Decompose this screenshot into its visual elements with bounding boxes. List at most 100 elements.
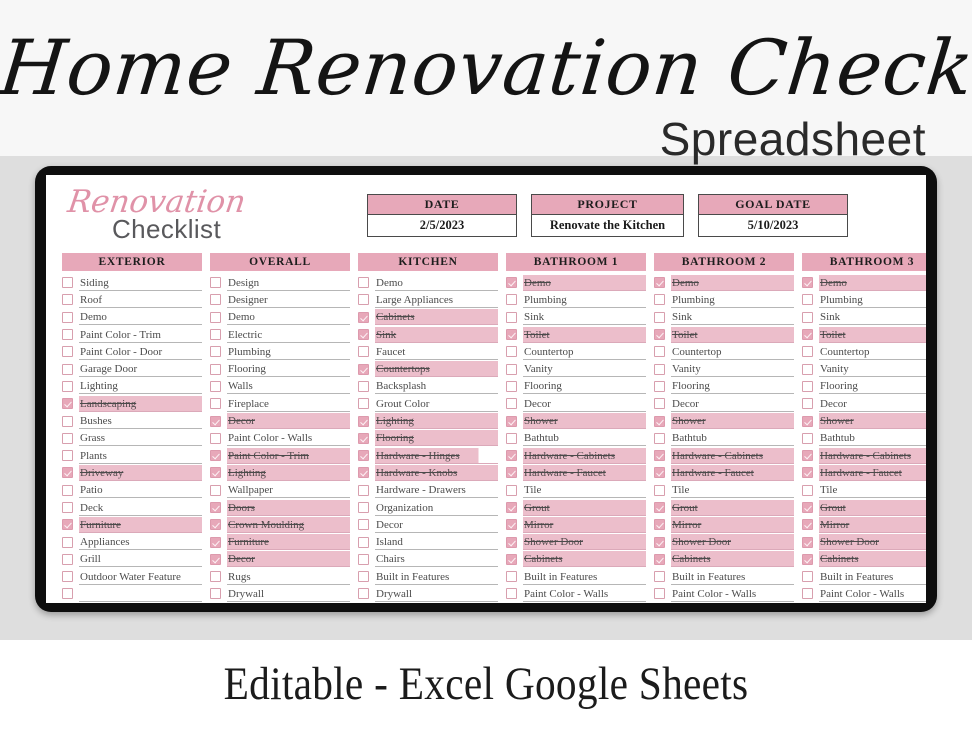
checklist-item-label[interactable]: Paint Color - Trim <box>227 447 350 464</box>
checklist-row[interactable]: Roof <box>62 291 202 308</box>
checkbox-icon[interactable] <box>62 346 73 358</box>
checklist-row[interactable]: Cabinets <box>506 551 646 568</box>
checklist-row[interactable]: Flooring <box>654 378 794 395</box>
checklist-item-label[interactable]: Paint Color - Walls <box>523 586 646 602</box>
checkbox-checked-icon[interactable] <box>210 502 221 513</box>
checklist-row[interactable]: Wallpaper <box>210 482 350 499</box>
checklist-row[interactable]: Hardware - Cabinets <box>506 447 646 464</box>
checklist-row[interactable]: Plumbing <box>210 343 350 360</box>
checkbox-checked-icon[interactable] <box>210 450 221 462</box>
checklist-item-label[interactable]: Toilet <box>671 326 794 343</box>
checkbox-checked-icon[interactable] <box>358 415 369 427</box>
checkbox-icon[interactable] <box>210 380 221 392</box>
checkbox-icon[interactable] <box>506 363 517 375</box>
checklist-item-label[interactable] <box>79 586 202 602</box>
checklist-row[interactable]: Demo <box>62 309 202 326</box>
checkbox-checked-icon[interactable] <box>802 519 813 531</box>
checkbox-checked-icon[interactable] <box>802 277 813 289</box>
checkbox-icon[interactable] <box>802 346 813 358</box>
checklist-item-label[interactable]: Demo <box>671 274 794 291</box>
checklist-item-label[interactable]: Crown Moulding <box>227 516 350 533</box>
checklist-row[interactable]: Plants <box>62 447 202 464</box>
checkbox-checked-icon[interactable] <box>802 415 813 427</box>
checklist-item-label[interactable]: Paint Color - Trim <box>79 327 202 343</box>
checklist-row[interactable]: Vanity <box>802 360 926 378</box>
checklist-row[interactable]: Rugs <box>210 568 350 585</box>
checklist-row[interactable]: Demo <box>358 274 498 291</box>
checkbox-icon[interactable] <box>210 484 221 496</box>
checklist-item-label[interactable]: Demo <box>79 309 202 326</box>
checklist-item-label[interactable]: Vanity <box>819 361 926 378</box>
checklist-row[interactable]: Deck <box>62 499 202 516</box>
checklist-row[interactable]: Grill <box>62 551 202 568</box>
checklist-row[interactable]: Grout <box>654 499 794 516</box>
checklist-item-label[interactable]: Chairs <box>375 551 498 568</box>
checklist-item-label[interactable]: Paint Color - Walls <box>819 586 926 602</box>
checkbox-icon[interactable] <box>654 484 665 496</box>
checklist-item-label[interactable]: Tile <box>819 482 926 499</box>
checkbox-icon[interactable] <box>358 553 369 565</box>
checklist-item-label[interactable]: Demo <box>375 275 498 291</box>
checklist-item-label[interactable]: Mirror <box>523 516 646 533</box>
checklist-row[interactable]: Flooring <box>802 378 926 395</box>
checklist-row[interactable]: Lighting <box>62 378 202 395</box>
checklist-item-label[interactable]: Drywall <box>375 586 498 602</box>
checklist-row[interactable]: Toilet <box>802 326 926 343</box>
checklist-row[interactable]: Sink <box>802 309 926 326</box>
checkbox-checked-icon[interactable] <box>358 311 369 323</box>
checklist-item-label[interactable]: Demo <box>227 309 350 326</box>
checklist-item-label[interactable]: Walls <box>227 378 350 395</box>
checklist-item-label[interactable]: Appliances <box>79 534 202 551</box>
checklist-row[interactable]: Landscaping <box>62 395 202 412</box>
checklist-row[interactable]: Outdoor Water Feature <box>62 568 202 585</box>
checklist-item-label[interactable]: Roof <box>79 292 202 308</box>
checkbox-icon[interactable] <box>506 294 517 306</box>
checklist-row[interactable]: Design <box>210 274 350 291</box>
checklist-row[interactable]: Mirror <box>654 516 794 533</box>
checklist-row[interactable]: Paint Color - Trim <box>62 326 202 343</box>
checkbox-checked-icon[interactable] <box>654 519 665 531</box>
checklist-item-label[interactable]: Hardware - Faucet <box>671 464 794 481</box>
checklist-item-label[interactable]: Driveway <box>79 464 202 481</box>
checkbox-icon[interactable] <box>62 484 73 496</box>
checkbox-icon[interactable] <box>506 571 517 583</box>
checkbox-checked-icon[interactable] <box>654 329 665 341</box>
checklist-row[interactable]: Backsplash <box>358 378 498 395</box>
checklist-item-label[interactable]: Bushes <box>79 413 202 430</box>
checklist-row[interactable]: Plumbing <box>506 291 646 308</box>
checkbox-icon[interactable] <box>654 588 665 600</box>
checkbox-icon[interactable] <box>506 346 517 358</box>
checkbox-icon[interactable] <box>62 432 73 444</box>
checklist-row[interactable]: Shower <box>506 412 646 430</box>
checklist-item-label[interactable]: Decor <box>227 413 350 430</box>
checklist-item-label[interactable]: Plumbing <box>671 292 794 308</box>
checklist-row[interactable]: Lighting <box>210 464 350 481</box>
checkbox-icon[interactable] <box>506 484 517 496</box>
checklist-item-label[interactable]: Decor <box>671 396 794 412</box>
checkbox-checked-icon[interactable] <box>506 329 517 341</box>
checkbox-checked-icon[interactable] <box>62 398 73 410</box>
checkbox-icon[interactable] <box>654 294 665 306</box>
checklist-item-label[interactable]: Grass <box>79 430 202 447</box>
checklist-row[interactable]: Toilet <box>654 326 794 343</box>
checklist-item-label[interactable]: Tile <box>671 482 794 499</box>
checklist-row[interactable]: Decor <box>506 395 646 412</box>
checkbox-icon[interactable] <box>506 588 517 600</box>
checkbox-checked-icon[interactable] <box>210 536 221 548</box>
checkbox-checked-icon[interactable] <box>358 329 369 341</box>
checklist-row[interactable]: Designer <box>210 291 350 308</box>
checkbox-icon[interactable] <box>358 502 369 513</box>
checklist-item-label[interactable]: Garage Door <box>79 361 202 378</box>
checklist-row[interactable] <box>62 585 202 602</box>
checklist-item-label[interactable]: Flooring <box>671 378 794 395</box>
checklist-row[interactable]: Bathtub <box>802 430 926 447</box>
checklist-item-label[interactable]: Wallpaper <box>227 482 350 499</box>
checklist-item-label[interactable]: Cabinets <box>671 551 794 568</box>
checkbox-checked-icon[interactable] <box>210 553 221 565</box>
checklist-row[interactable]: Demo <box>802 274 926 291</box>
checklist-row[interactable]: Appliances <box>62 533 202 551</box>
checklist-item-label[interactable]: Lighting <box>79 378 202 395</box>
checkbox-icon[interactable] <box>62 329 73 341</box>
checkbox-icon[interactable] <box>506 398 517 410</box>
checklist-row[interactable]: Countertops <box>358 360 498 378</box>
